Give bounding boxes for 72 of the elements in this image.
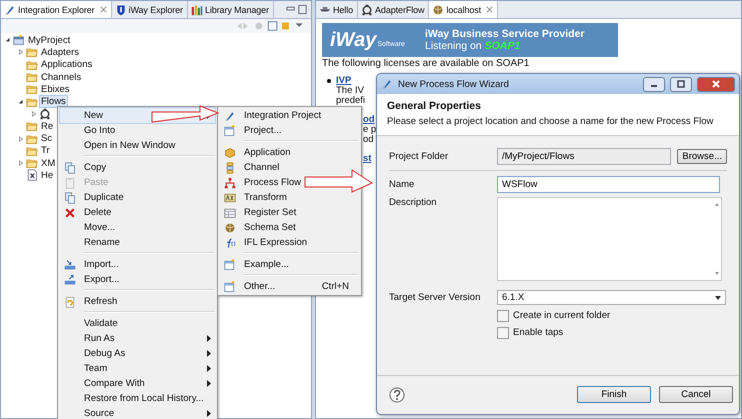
menu-item[interactable]: Process Flow [240,177,302,188]
menu-item[interactable]: Import... [60,257,215,272]
tree-item[interactable]: He [40,170,54,181]
input-field[interactable]: WSFlow [497,176,720,193]
port-name: SOAP1 [484,40,520,52]
tree-item[interactable]: MyProject [27,34,72,46]
menu-item[interactable]: Delete [60,205,215,220]
window-title: New Process Flow Wizard [398,78,509,90]
tree-item[interactable]: Adapters [40,46,80,58]
logo-text: iWay [330,28,376,52]
menu-item[interactable]: Validate [60,316,215,331]
page-description: Please select a project location and choose a name for the new Process Flow [387,116,714,127]
menu-item[interactable]: Transform [240,192,287,203]
menu-item[interactable]: Integration Project [240,110,322,121]
menu-item[interactable]: Restore from Local History... [60,391,215,406]
input-field[interactable]: /MyProject/Flows [497,148,672,165]
menu-item[interactable]: Register Set [240,207,296,218]
field-label: Project Folder [389,151,450,162]
dialog-button[interactable]: Finish [577,386,651,403]
menu-item[interactable]: Refresh [60,294,215,309]
tree-item[interactable]: Ebixes [40,84,71,95]
field-label: Name [389,179,416,190]
menu-item[interactable]: Channel [240,162,280,173]
license-text: e p [363,124,376,135]
tree-item[interactable]: XM [40,158,56,169]
menu-item[interactable]: Team [60,361,215,376]
intro-text: The following licenses are available on SOAP1 [322,58,530,69]
listening-label: Listening on [425,40,482,52]
panel-tab[interactable]: iWay Explorer [112,1,188,18]
menu-item[interactable]: Export... [60,272,215,287]
menu-item[interactable]: Project... [240,125,282,136]
field-label: Target Server Version [389,292,482,303]
panel-tab[interactable]: Integration Explorer [1,1,112,18]
license-text: The IV [336,85,364,96]
tree-item[interactable]: Sc [40,133,54,144]
version-dropdown[interactable]: 6.1.X [497,290,726,305]
license-text: od [363,134,374,145]
editor-tab[interactable]: localhost [429,1,498,18]
dialog-button[interactable]: Cancel [659,386,733,403]
menu-item[interactable]: Open in New Window [60,138,215,153]
menu-item[interactable]: Move... [60,220,215,235]
license-link[interactable]: od [363,114,375,125]
panel-tab[interactable]: Library Manager [188,1,274,18]
checkbox-label: Create in current folder [513,310,610,321]
license-link[interactable]: st [363,153,372,164]
checkbox-label: Enable taps [513,327,564,338]
menu-item[interactable]: Schema Set [240,222,296,233]
menu-item[interactable]: Run As [60,331,215,346]
browse-button[interactable]: Browse... [677,149,727,164]
tree-item[interactable]: Applications [40,59,94,70]
banner-title: iWay Business Service Provider [425,28,585,40]
menu-item[interactable]: IFL Expression [240,237,308,248]
menu-item[interactable]: Source [60,406,215,419]
menu-item[interactable]: Duplicate [60,190,215,205]
menu-item[interactable]: Other... [240,281,276,292]
license-text: predefi [336,95,366,106]
menu-item[interactable]: Rename [60,235,215,250]
tree-item[interactable]: Flows [40,96,67,108]
tree-item[interactable]: Tr [40,145,51,156]
tree-item[interactable]: Re [40,120,54,132]
tree-item[interactable]: Channels [40,72,82,83]
license-link[interactable]: IVP [336,76,352,86]
menu-item[interactable]: Example... [240,259,289,270]
editor-tab[interactable]: Hello [316,1,358,18]
menu-item[interactable]: Debug As [60,346,215,361]
field-label: Description [389,197,438,208]
menu-item[interactable]: Application [240,147,290,158]
shortcut-text: Ctrl+N [322,281,350,292]
menu-item[interactable]: Go Into [60,123,215,138]
page-heading: General Properties [387,100,482,112]
menu-item[interactable]: Compare With [60,376,215,391]
menu-item[interactable]: Copy [60,160,215,175]
